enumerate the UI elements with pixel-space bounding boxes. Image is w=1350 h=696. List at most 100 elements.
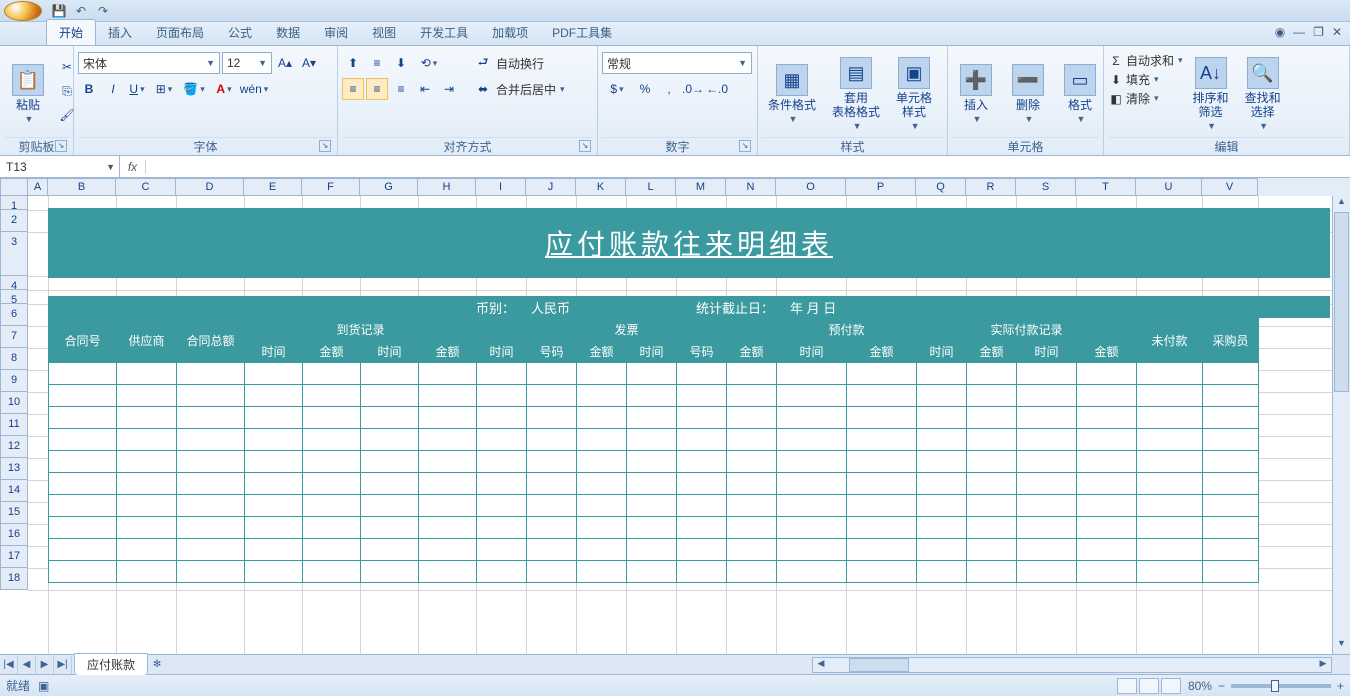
table-cell[interactable] [527,539,577,561]
row-header-1[interactable]: 1 [0,196,28,210]
office-button[interactable] [4,1,42,21]
col-header-T[interactable]: T [1076,178,1136,196]
number-format-combo[interactable]: 常规▼ [602,52,752,74]
table-cell[interactable] [1203,495,1259,517]
fill-button[interactable]: ⬇填充▾ [1108,71,1183,88]
table-cell[interactable] [477,473,527,495]
align-bottom-icon[interactable]: ⬇ [390,52,412,74]
table-cell[interactable] [777,363,847,385]
table-cell[interactable] [49,385,117,407]
table-cell[interactable] [1137,539,1203,561]
table-cell[interactable] [727,517,777,539]
scroll-thumb[interactable] [849,658,909,672]
table-cell[interactable] [847,451,917,473]
col-header-H[interactable]: H [418,178,476,196]
row-header-15[interactable]: 15 [0,502,28,524]
table-cell[interactable] [847,539,917,561]
tab-开始[interactable]: 开始 [46,19,96,45]
table-cell[interactable] [419,363,477,385]
col-header-O[interactable]: O [776,178,846,196]
table-cell[interactable] [777,539,847,561]
table-cell[interactable] [477,495,527,517]
table-cell[interactable] [527,561,577,583]
scroll-down-icon[interactable]: ▼ [1333,638,1350,654]
table-cell[interactable] [477,363,527,385]
data-table[interactable]: 合同号供应商合同总额到货记录发票预付款实际付款记录未付款采购员时间金额时间金额时… [48,318,1259,583]
table-cell[interactable] [967,561,1017,583]
table-cell[interactable] [477,517,527,539]
table-cell[interactable] [1137,385,1203,407]
help-icon[interactable]: ◉ [1275,25,1285,39]
table-cell[interactable] [727,385,777,407]
table-cell[interactable] [627,473,677,495]
table-cell[interactable] [303,495,361,517]
phonetic-button[interactable]: wén▾ [240,78,268,100]
autosum-button[interactable]: Σ自动求和▾ [1108,52,1183,69]
table-cell[interactable] [361,539,419,561]
table-cell[interactable] [677,473,727,495]
table-cell[interactable] [777,429,847,451]
table-cell[interactable] [677,561,727,583]
table-cell[interactable] [577,429,627,451]
table-cell[interactable] [419,539,477,561]
col-header-A[interactable]: A [28,178,48,196]
col-header-S[interactable]: S [1016,178,1076,196]
table-cell[interactable] [917,451,967,473]
sheet-nav-first-icon[interactable]: |◀ [0,656,18,674]
table-cell[interactable] [1203,561,1259,583]
row-header-12[interactable]: 12 [0,436,28,458]
table-cell[interactable] [1077,385,1137,407]
increase-indent-icon[interactable]: ⇥ [438,78,460,100]
table-cell[interactable] [727,407,777,429]
table-cell[interactable] [177,517,245,539]
table-cell[interactable] [527,407,577,429]
table-cell[interactable] [1017,539,1077,561]
table-cell[interactable] [577,561,627,583]
table-cell[interactable] [245,407,303,429]
table-cell[interactable] [361,385,419,407]
table-cell[interactable] [677,385,727,407]
font-name-combo[interactable]: 宋体▼ [78,52,220,74]
table-cell[interactable] [627,495,677,517]
table-cell[interactable] [1077,429,1137,451]
cell-style-button[interactable]: ▣单元格 样式▼ [890,52,938,136]
table-cell[interactable] [777,473,847,495]
table-cell[interactable] [967,363,1017,385]
bold-button[interactable]: B [78,78,100,100]
table-cell[interactable] [1137,561,1203,583]
fill-color-button[interactable]: 🪣▾ [180,78,208,100]
align-center-icon[interactable]: ≡ [366,78,388,100]
row-header-7[interactable]: 7 [0,326,28,348]
table-cell[interactable] [847,561,917,583]
table-cell[interactable] [967,539,1017,561]
table-cell[interactable] [1077,539,1137,561]
table-cell[interactable] [847,495,917,517]
col-header-K[interactable]: K [576,178,626,196]
table-cell[interactable] [967,473,1017,495]
format-cells-button[interactable]: ▭格式▼ [1056,52,1104,136]
table-cell[interactable] [419,561,477,583]
table-cell[interactable] [527,495,577,517]
table-cell[interactable] [677,429,727,451]
table-cell[interactable] [117,473,177,495]
col-header-L[interactable]: L [626,178,676,196]
decrease-decimal-icon[interactable]: ←.0 [706,78,728,100]
table-cell[interactable] [1077,517,1137,539]
table-cell[interactable] [361,495,419,517]
italic-button[interactable]: I [102,78,124,100]
save-icon[interactable]: 💾 [50,2,68,20]
sheet-nav-next-icon[interactable]: ▶ [36,656,54,674]
table-cell[interactable] [419,495,477,517]
table-cell[interactable] [1203,451,1259,473]
undo-icon[interactable]: ↶ [72,2,90,20]
table-cell[interactable] [49,363,117,385]
table-cell[interactable] [627,429,677,451]
table-cell[interactable] [727,495,777,517]
table-cell[interactable] [303,517,361,539]
table-format-button[interactable]: ▤套用 表格格式▼ [826,52,886,136]
table-cell[interactable] [303,407,361,429]
table-cell[interactable] [917,517,967,539]
table-cell[interactable] [303,385,361,407]
scroll-thumb[interactable] [1334,212,1349,392]
border-button[interactable]: ⊞▾ [150,78,178,100]
